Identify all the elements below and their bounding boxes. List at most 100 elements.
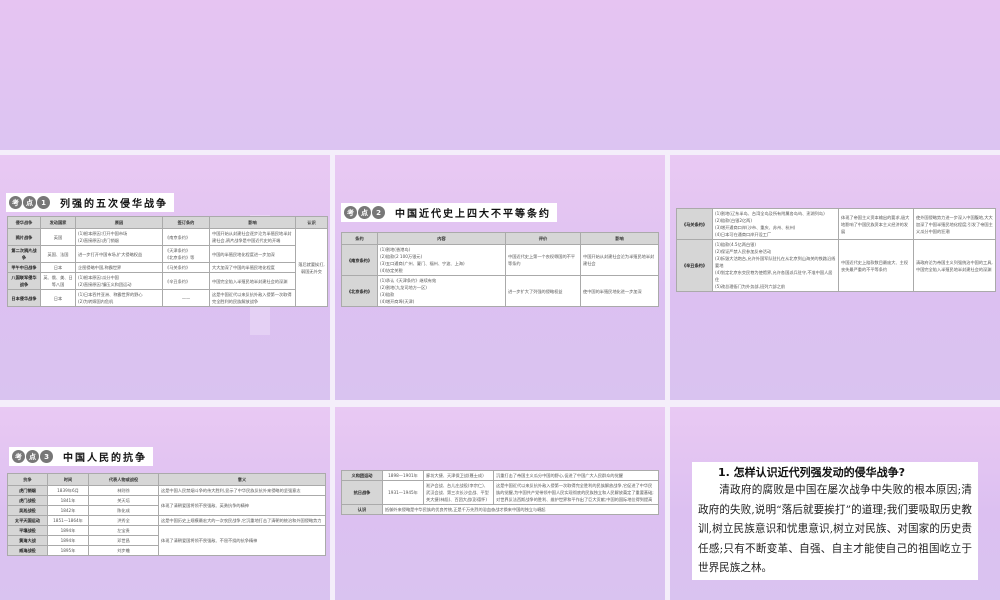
table-cell: 进一步扩大了列强的侵略权益: [505, 275, 581, 307]
table-cell: 《辛丑条约》: [162, 272, 210, 290]
table-cell: 洪秀全: [88, 515, 159, 526]
table-row: 《马关条约》 (1)割地(辽东半岛、台湾全岛及所有附属各岛屿、澎湖列岛) (2)赔…: [676, 208, 996, 240]
table-cell: (1)根本原因:瓜分中国 (2)直接原因:镇压义和团运动: [75, 272, 163, 290]
table-cell: 中国近代史上第一个丧权辱国的不平等条约: [505, 244, 581, 276]
table-cell: 1931—1945年: [382, 480, 424, 505]
table-cell: 沉重打击了帝国主义瓜分中国的野心,促进了中国广大人民群众的觉醒: [493, 470, 659, 481]
table-cell: 这是中国历史上规模最宏大的一次农民战争,它沉重地打击了清朝的统治和外国侵略势力: [158, 515, 326, 526]
table-row: 虎门销烟 1839年6月 林则徐 这是中国人民禁烟斗争的伟大胜利,显示了中华民族反抗外…: [7, 485, 326, 496]
row-header-cell: 抗日战争: [341, 480, 383, 505]
slide-thumbnail-1[interactable]: 考点1 列强的五次侵华战争 侵华战争 发动国家 原因 签订条约 影响 认识 鸦片战争 英国 (1…: [0, 155, 330, 400]
table-row: 第二次鸦片战争 英国、法国 进一步打开中国市场,扩大侵略权益 《天津条约》 《北京条约…: [7, 245, 328, 263]
row-header-cell: 义和团运动: [341, 470, 383, 481]
table-cell: 中国近代史上赔款数目最庞大、主权丧失最严重的不平等条约: [838, 239, 914, 292]
table-cell: 中国开始从封建社会沦为半殖民地半封建社会: [580, 244, 659, 276]
row-header-cell: 虎门战役: [7, 495, 48, 506]
column-header: 代表人物或战役: [88, 473, 159, 486]
table-cell: 这是中国人民禁烟斗争的伟大胜利,显示了中华民族反抗外来侵略的坚强意志: [158, 485, 326, 496]
table-cell: 《马关条约》: [162, 262, 210, 273]
column-header: 发动国家: [40, 216, 76, 229]
slide-thumbnail-6[interactable]: 1. 怎样认识近代列强发动的侵华战争? 清政府的腐败是中国在屡次战争中失败的根本…: [670, 407, 1000, 600]
table-cell: 1842年: [47, 505, 89, 516]
table-cell: 进一步打开中国市场,扩大侵略权益: [75, 245, 163, 263]
table-cell: 邓世昌: [88, 535, 159, 546]
table-cell: 《南京条约》: [162, 228, 210, 246]
table-cell: (1)割地(香港岛) (2)赔款(2 100万银元) (3)五口通商(广州、厦门…: [377, 244, 506, 276]
table-row: 八国联军侵华战争 英、俄、美、日等八国 (1)根本原因:瓜分中国 (2)直接原因:镇…: [7, 272, 328, 290]
kaodian-badge: 考点1: [9, 196, 50, 209]
row-header-cell: 《马关条约》: [676, 208, 713, 240]
table-cell: 体现了清朝爱国将领不畏强敌、英勇抗争的精神: [158, 495, 326, 516]
table-row: 《北京条约》 (1)承认《天津条约》继续有效 (2)割地(九龙司地方一区) (3)…: [341, 275, 659, 307]
row-header-cell: 太平天国运动: [7, 515, 48, 526]
row-header-cell: 鸦片战争: [7, 228, 41, 246]
data-table: 侵华战争 发动国家 原因 签订条约 影响 认识 鸦片战争 英国 (1)根本原因:打开中国市场 (…: [7, 216, 328, 307]
table-row: 甲午中日战争 日本 企图侵略中国,称霸世界 《马关条约》 大大加深了中国的半殖民地化程度: [7, 262, 328, 273]
slide-thumbnail-3[interactable]: 《马关条约》 (1)割地(辽东半岛、台湾全岛及所有附属各岛屿、澎湖列岛) (2)赔…: [670, 155, 1000, 400]
table-cell: 陈化成: [88, 505, 159, 516]
row-header-cell: 吴淞战役: [7, 505, 48, 516]
table-cell: 1894年: [47, 535, 89, 546]
table-header-row: 侵华战争 发动国家 原因 签订条约 影响 认识: [7, 216, 328, 229]
table-cell: 英国: [40, 228, 76, 246]
table-cell: (1)承认《天津条约》继续有效 (2)割地(九龙司地方一区) (3)赔款 (4)…: [377, 275, 506, 307]
slide-thumbnail-previous[interactable]: [0, 0, 1000, 150]
row-header-cell: 认识: [341, 504, 383, 515]
table-row: 抗日战争 1931—1945年 淞沪会战、台儿庄战役(李宗仁)、武汉会战、第三次长沙…: [341, 480, 659, 505]
table-cell: 林则徐: [88, 485, 159, 496]
table-cell: 日本: [40, 262, 76, 273]
slide-thumbnail-2[interactable]: 考点2 中国近代史上四大不平等条约 条约 内容 评价 影响 《南京条约》 (1)割地(香港…: [335, 155, 665, 400]
table-cell: (1)割地(辽东半岛、台湾全岛及所有附属各岛屿、澎湖列岛) (2)赔款(白银2亿…: [712, 208, 839, 240]
column-header: 侵华战争: [7, 216, 41, 229]
question-heading: 1. 怎样认识近代列强发动的侵华战争?: [718, 466, 906, 479]
table-cell: 清政府沦为帝国主义列强统治中国的工具,中国完全陷入半殖民地半封建社会的深渊: [913, 239, 996, 292]
table-header-row: 条约 内容 评价 影响: [341, 232, 659, 245]
table-cell: 使外国侵略势力进一步深入中国腹地,大大加深了中国半殖民地化程度;引发了帝国主义瓜…: [913, 208, 996, 240]
table-cell: (1)赔款(4.5亿两白银) (2)保证严禁人民参加反帝活动 (3)拆毁大沽炮台…: [712, 239, 839, 292]
table-cell: 1851—1864年: [47, 515, 89, 526]
table-cell: 1898—1901年: [382, 470, 424, 481]
data-table: 《马关条约》 (1)割地(辽东半岛、台湾全岛及所有附属各岛屿、澎湖列岛) (2)赔…: [676, 208, 996, 292]
table-cell: (1)日本吞并亚洲、称霸世界的野心 (2)为转嫁国内危机: [75, 289, 163, 307]
table-cell: 廊坊大捷、天津保卫战(聂士成): [423, 470, 494, 481]
table-cell: ——: [162, 289, 210, 307]
table-cell: 中国的半殖民地化程度进一步加深: [209, 245, 296, 263]
table-cell: 企图侵略中国,称霸世界: [75, 262, 163, 273]
table-row: 义和团运动 1898—1901年 廊坊大捷、天津保卫战(聂士成) 沉重打击了帝国主义瓜…: [341, 470, 659, 481]
question-answer-box: 1. 怎样认识近代列强发动的侵华战争? 清政府的腐败是中国在屡次战争中失败的根本…: [692, 462, 978, 580]
slide-title: 中国人民的抗争: [63, 453, 147, 464]
table-row: 认识 抵御外来侵略是中华民族的优良传统,正是千万先烈的浴血奋战才换来中国的独立与崛…: [341, 504, 659, 515]
slide-title-bar: 考点1 列强的五次侵华战争: [6, 193, 174, 212]
slide-thumbnail-4[interactable]: 考点3 中国人民的抗争 抗争 时间 代表人物或战役 意义 虎门销烟 1839年6月 林则徐这…: [0, 407, 330, 600]
table-cell: (1)根本原因:打开中国市场 (2)直接原因:虎门销烟: [75, 228, 163, 246]
row-header-cell: 第二次鸦片战争: [7, 245, 41, 263]
table-cell: 体现了帝国主义资本输出的要求,极大地影响了中国民族资本主义经济的发展: [838, 208, 914, 240]
column-header: 影响: [209, 216, 296, 229]
table-cell: 日本: [40, 289, 76, 307]
column-header: 签订条约: [162, 216, 210, 229]
table-cell: 关天培: [88, 495, 159, 506]
slide-thumbnail-5[interactable]: 义和团运动 1898—1901年 廊坊大捷、天津保卫战(聂士成) 沉重打击了帝国主义瓜…: [335, 407, 665, 600]
table-cell: 这是中国近代以来反抗外敌入侵第一次取得完全胜利的民族解放战争,它促进了中华民族的…: [493, 480, 659, 505]
table-row: 平壤战役 1894年 左宝贵 体现了清朝爱国将领不畏强敌、不屈不挠的抗争精神: [7, 525, 326, 556]
column-header: 原因: [75, 216, 163, 229]
row-header-cell: 《辛丑条约》: [676, 239, 713, 292]
slide-title: 中国近代史上四大不平等条约: [395, 209, 551, 220]
column-header: 条约: [341, 232, 378, 245]
data-table: 抗争 时间 代表人物或战役 意义 虎门销烟 1839年6月 林则徐 这是中国人民禁烟斗争的伟大…: [7, 473, 326, 556]
slide-title-bar: 考点2 中国近代史上四大不平等条约: [341, 203, 557, 222]
table-cell: 这是中国近代以来反抗外敌入侵第一次取得完全胜利的民族解放战争: [209, 289, 296, 307]
data-table: 条约 内容 评价 影响 《南京条约》 (1)割地(香港岛) (2)赔款(2 100万银元)…: [341, 232, 659, 307]
table-cell: 1841年: [47, 495, 89, 506]
row-header-cell: 《南京条约》: [341, 244, 378, 276]
table-row: 虎门战役 1841年 关天培 体现了清朝爱国将领不畏强敌、英勇抗争的精神: [7, 495, 326, 516]
table-row: 《南京条约》 (1)割地(香港岛) (2)赔款(2 100万银元) (3)五口通商…: [341, 244, 659, 276]
table-cell: 刘步蟾: [88, 545, 159, 556]
table-header-row: 抗争 时间 代表人物或战役 意义: [7, 473, 326, 486]
table-cell: 1894年: [47, 525, 89, 536]
kaodian-badge: 考点2: [344, 206, 385, 219]
slide-title-bar: 考点3 中国人民的抗争: [9, 447, 153, 466]
table-cell: 左宝贵: [88, 525, 159, 536]
table-cell: 英国、法国: [40, 245, 76, 263]
column-header: 抗争: [7, 473, 48, 486]
